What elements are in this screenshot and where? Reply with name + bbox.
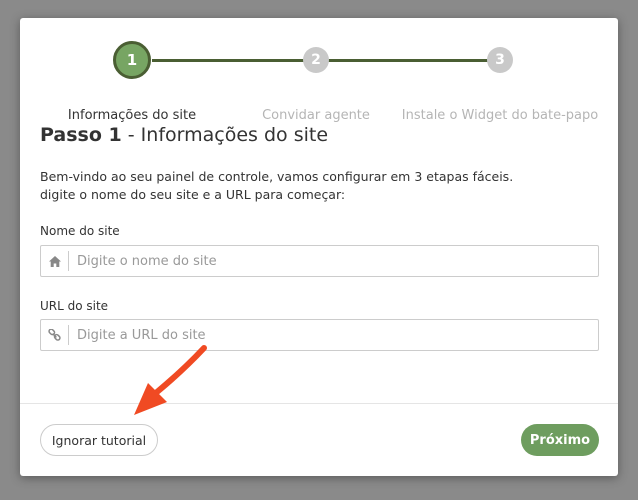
step-3-indicator: 3	[487, 47, 513, 73]
step-2-label: Convidar agente	[262, 108, 370, 123]
site-url-field[interactable]	[40, 319, 599, 351]
wizard-stepper: 1 2 3 Informações do site Convidar agent…	[20, 41, 618, 123]
home-icon	[41, 251, 69, 271]
step-3-label: Instale o Widget do bate-papo	[401, 108, 599, 123]
step-1-label: Informações do site	[67, 108, 197, 123]
stepper-connector-1-2	[152, 59, 316, 62]
page-title-text: - Informações do site	[121, 124, 329, 146]
page-title-step: Passo 1	[40, 124, 122, 146]
intro-description: Bem-vindo ao seu painel de controle, vam…	[40, 168, 600, 204]
site-name-field[interactable]	[40, 245, 599, 277]
footer-divider	[20, 403, 618, 404]
stepper-connector-2-3	[326, 59, 500, 62]
link-icon	[41, 325, 69, 345]
page-title: Passo 1 - Informações do site	[40, 124, 328, 146]
site-name-label: Nome do site	[40, 224, 120, 238]
annotation-arrow-icon	[134, 345, 207, 415]
site-url-label: URL do site	[40, 299, 109, 313]
next-button[interactable]: Próximo	[521, 424, 599, 456]
step-2-indicator: 2	[303, 47, 329, 73]
intro-line-2: digite o nome do seu site e a URL para c…	[40, 187, 346, 202]
intro-line-1: Bem-vindo ao seu painel de controle, vam…	[40, 169, 514, 184]
step-1-indicator: 1	[113, 41, 151, 79]
site-name-input[interactable]	[69, 247, 598, 275]
setup-wizard-dialog: 1 2 3 Informações do site Convidar agent…	[20, 18, 618, 476]
skip-tutorial-button[interactable]: Ignorar tutorial	[40, 424, 158, 456]
